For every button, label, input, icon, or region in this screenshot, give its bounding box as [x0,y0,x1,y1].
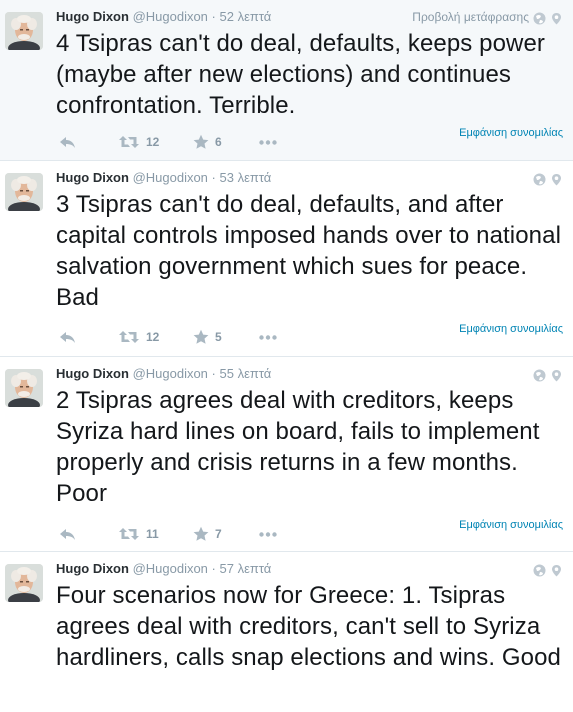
location-pin-icon [550,11,563,24]
header-meta [533,364,563,384]
author-username[interactable]: @Hugodixon [133,561,208,576]
tweet-header: Hugo Dixon @Hugodixon · 52 λεπτά Προβολή… [56,0,563,27]
retweet-count: 12 [146,135,160,149]
tweet-actions: 12 6 [56,131,289,153]
retweet-count: 11 [146,527,159,541]
reply-icon [58,134,76,150]
separator: · [211,170,216,185]
separator: · [211,561,216,576]
reply-button[interactable] [58,134,100,150]
favorite-count: 5 [215,330,222,344]
location-pin-icon [550,172,563,185]
favorite-button[interactable]: 7 [193,526,255,542]
author-fullname[interactable]: Hugo Dixon [56,366,129,381]
star-icon [193,134,209,150]
more-button[interactable] [259,531,289,537]
tweet-actions: 12 5 [56,326,289,348]
more-button[interactable] [259,139,289,145]
tweet-text: Four scenarios now for Greece: 1. Tsipra… [56,582,561,671]
star-icon [193,526,209,542]
tweet-timestamp[interactable]: 53 λεπτά [220,170,272,185]
location-pin-icon [550,368,563,381]
globe-icon [533,563,546,576]
retweet-icon [118,526,140,542]
favorite-count: 7 [215,527,222,541]
view-conversation-link[interactable]: Εμφάνιση συνομιλίας [459,323,563,335]
header-meta: Προβολή μετάφρασης [412,7,563,27]
tweet-text: 3 Tsipras can't do deal, defaults, and a… [56,191,561,311]
tweet-text: 4 Tsipras can't do deal, defaults, keeps… [56,30,546,119]
favorite-button[interactable]: 6 [193,134,255,150]
avatar[interactable] [5,12,43,50]
tweet[interactable]: Hugo Dixon @Hugodixon · 52 λεπτά Προβολή… [0,0,573,161]
location-pin-icon [550,563,563,576]
globe-icon [533,172,546,185]
favorite-count: 6 [215,135,222,149]
author-fullname[interactable]: Hugo Dixon [56,561,129,576]
reply-button[interactable] [58,526,100,542]
retweet-button[interactable]: 12 [118,329,191,345]
retweet-count: 12 [146,330,160,344]
more-icon [259,531,277,537]
tweet[interactable]: Hugo Dixon @Hugodixon · 53 λεπτά 3 Tsipr… [0,161,573,357]
tweet-timeline: Hugo Dixon @Hugodixon · 52 λεπτά Προβολή… [0,0,573,712]
view-conversation-link[interactable]: Εμφάνιση συνομιλίας [459,127,563,139]
header-meta [533,559,563,579]
separator: · [211,9,216,24]
tweet-timestamp[interactable]: 57 λεπτά [220,561,272,576]
tweet-header: Hugo Dixon @Hugodixon · 53 λεπτά [56,161,563,188]
author-fullname[interactable]: Hugo Dixon [56,9,129,24]
reply-button[interactable] [58,329,100,345]
retweet-button[interactable]: 12 [118,134,191,150]
globe-icon [533,11,546,24]
reply-icon [58,329,76,345]
more-icon [259,139,277,145]
tweet[interactable]: Hugo Dixon @Hugodixon · 57 λεπτά Four sc… [0,552,573,712]
tweet-header: Hugo Dixon @Hugodixon · 57 λεπτά [56,552,563,579]
retweet-icon [118,329,140,345]
more-button[interactable] [259,334,289,340]
author-username[interactable]: @Hugodixon [133,9,208,24]
retweet-button[interactable]: 11 [118,526,191,542]
avatar[interactable] [5,564,43,602]
star-icon [193,329,209,345]
avatar[interactable] [5,173,43,211]
author-username[interactable]: @Hugodixon [133,366,208,381]
view-conversation-link[interactable]: Εμφάνιση συνομιλίας [459,519,563,531]
header-meta [533,168,563,188]
tweet-text: 2 Tsipras agrees deal with creditors, ke… [56,387,540,507]
author-username[interactable]: @Hugodixon [133,170,208,185]
separator: · [211,366,216,381]
author-fullname[interactable]: Hugo Dixon [56,170,129,185]
tweet[interactable]: Hugo Dixon @Hugodixon · 55 λεπτά 2 Tsipr… [0,357,573,552]
translate-link[interactable]: Προβολή μετάφρασης [412,7,529,27]
more-icon [259,334,277,340]
tweet-header: Hugo Dixon @Hugodixon · 55 λεπτά [56,357,563,384]
retweet-icon [118,134,140,150]
tweet-timestamp[interactable]: 52 λεπτά [220,9,272,24]
tweet-actions: 11 7 [56,523,289,545]
tweet-timestamp[interactable]: 55 λεπτά [220,366,272,381]
favorite-button[interactable]: 5 [193,329,255,345]
reply-icon [58,526,76,542]
globe-icon [533,368,546,381]
avatar[interactable] [5,369,43,407]
